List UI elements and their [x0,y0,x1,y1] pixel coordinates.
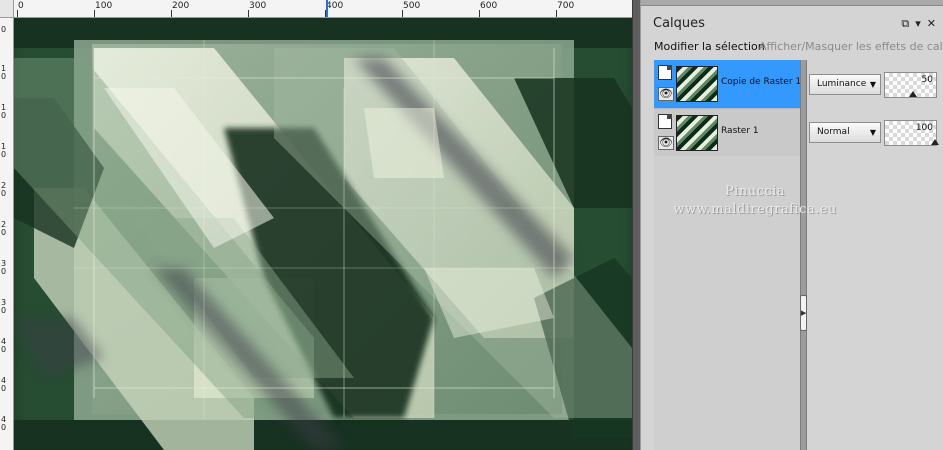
ruler-label-vertical: 3 0 [1,259,7,276]
app-window: 0 100 200 300 400 500 600 700 0 1 0 1 0 1 0 2 0 2 0 3… [0,0,943,450]
layers-panel: Calques ⧉ ▾ ✕ Modifier la sélection Affi… [640,0,943,450]
blend-mode-value: Normal [817,127,850,137]
image-canvas[interactable] [14,18,632,450]
opacity-slider-thumb[interactable] [931,139,939,145]
ruler-label: 500 [403,1,421,11]
ruler-label-vertical: 1 0 [1,103,7,120]
watermark-url: www.maldiregrafica.eu [673,202,837,217]
layer-name: Copie de Raster 1 [721,77,802,87]
ruler-tick [402,10,403,17]
panel-header: Calques ⧉ ▾ ✕ [641,8,943,38]
panel-controls: ⧉ ▾ ✕ [901,17,936,31]
ruler-tick [94,10,95,17]
opacity-value: 100 [915,123,933,133]
canvas-area: 0 100 200 300 400 500 600 700 0 1 0 1 0 1 0 2 0 2 0 3… [0,0,640,450]
ruler-label: 700 [557,1,575,11]
layer-list: 👁 Copie de Raster 1 👁 Raster 1 [654,60,802,450]
layer-row-raster-1[interactable]: 👁 Raster 1 [654,108,800,156]
ruler-tick [248,10,249,17]
layer-page-icon[interactable] [658,65,672,80]
layer-name: Raster 1 [721,126,759,136]
modify-selection-link[interactable]: Modifier la sélection [654,40,765,53]
ruler-label: 400 [326,1,344,11]
ruler-label: 600 [480,1,498,11]
panel-splitter[interactable]: ▶ [800,60,807,450]
ruler-label-vertical: 4 0 [1,376,7,393]
ruler-label-vertical: 2 0 [1,220,7,237]
opacity-control[interactable]: 50 [884,72,937,98]
artwork-image[interactable] [14,18,632,450]
layer-thumbnail [676,66,718,102]
chevron-down-icon: ▼ [869,80,876,89]
eye-icon[interactable]: 👁 [658,87,674,101]
canvas-vertical-scrollbar[interactable] [632,0,640,450]
panel-title: Calques [653,16,705,31]
ruler-position-marker [326,0,328,17]
panel-close-icon[interactable]: ✕ [927,17,936,31]
ruler-label: 200 [172,1,190,11]
blend-mode-select[interactable]: Luminance ▼ [809,74,881,95]
ruler-label-vertical: 2 0 [1,181,7,198]
panel-menu-icon[interactable]: ▾ [915,17,921,31]
vertical-ruler: 0 1 0 1 0 1 0 2 0 2 0 3 0 3 0 4 0 4 0 4 0 [0,18,14,450]
layer-page-icon[interactable] [658,114,672,129]
layer-1-properties: Normal ▼ 100 [809,120,942,146]
ruler-label-vertical: 1 0 [1,64,7,81]
blend-mode-select[interactable]: Normal ▼ [809,122,881,143]
ruler-tick [171,10,172,17]
toggle-layer-effects-link[interactable]: Afficher/Masquer les effets de calque [759,40,943,53]
eye-icon[interactable]: 👁 [658,136,674,150]
layer-row-copie-de-raster-1[interactable]: 👁 Copie de Raster 1 [654,60,802,108]
ruler-tick [479,10,480,17]
ruler-label: 0 [18,1,24,11]
panel-top-strip [641,0,943,6]
watermark: Pinuccia www.maldiregrafica.eu [655,183,855,219]
chevron-down-icon: ▼ [869,128,876,137]
ruler-tick [556,10,557,17]
ruler-label-vertical: 4 0 [1,337,7,354]
ruler-label-vertical: 4 0 [1,415,7,432]
ruler-label-vertical: 1 0 [1,142,7,159]
layer-thumbnail [676,115,718,151]
ruler-label: 300 [249,1,267,11]
horizontal-ruler: 0 100 200 300 400 500 600 700 [14,0,632,18]
watermark-name: Pinuccia [724,184,786,199]
panel-undock-icon[interactable]: ⧉ [901,17,909,31]
ruler-label-vertical: 0 [1,25,7,34]
panel-links: Modifier la sélection Afficher/Masquer l… [641,38,943,58]
opacity-value: 50 [921,75,933,85]
blend-mode-value: Luminance [817,79,867,89]
ruler-tick [17,10,18,17]
layer-0-properties: Luminance ▼ 50 [809,72,942,98]
ruler-label-vertical: 3 0 [1,298,7,315]
opacity-slider-thumb[interactable] [909,91,917,97]
opacity-control[interactable]: 100 [884,120,939,146]
ruler-label: 100 [95,1,113,11]
collapse-arrow-icon[interactable]: ▶ [800,295,807,331]
ruler-corner [0,0,14,18]
